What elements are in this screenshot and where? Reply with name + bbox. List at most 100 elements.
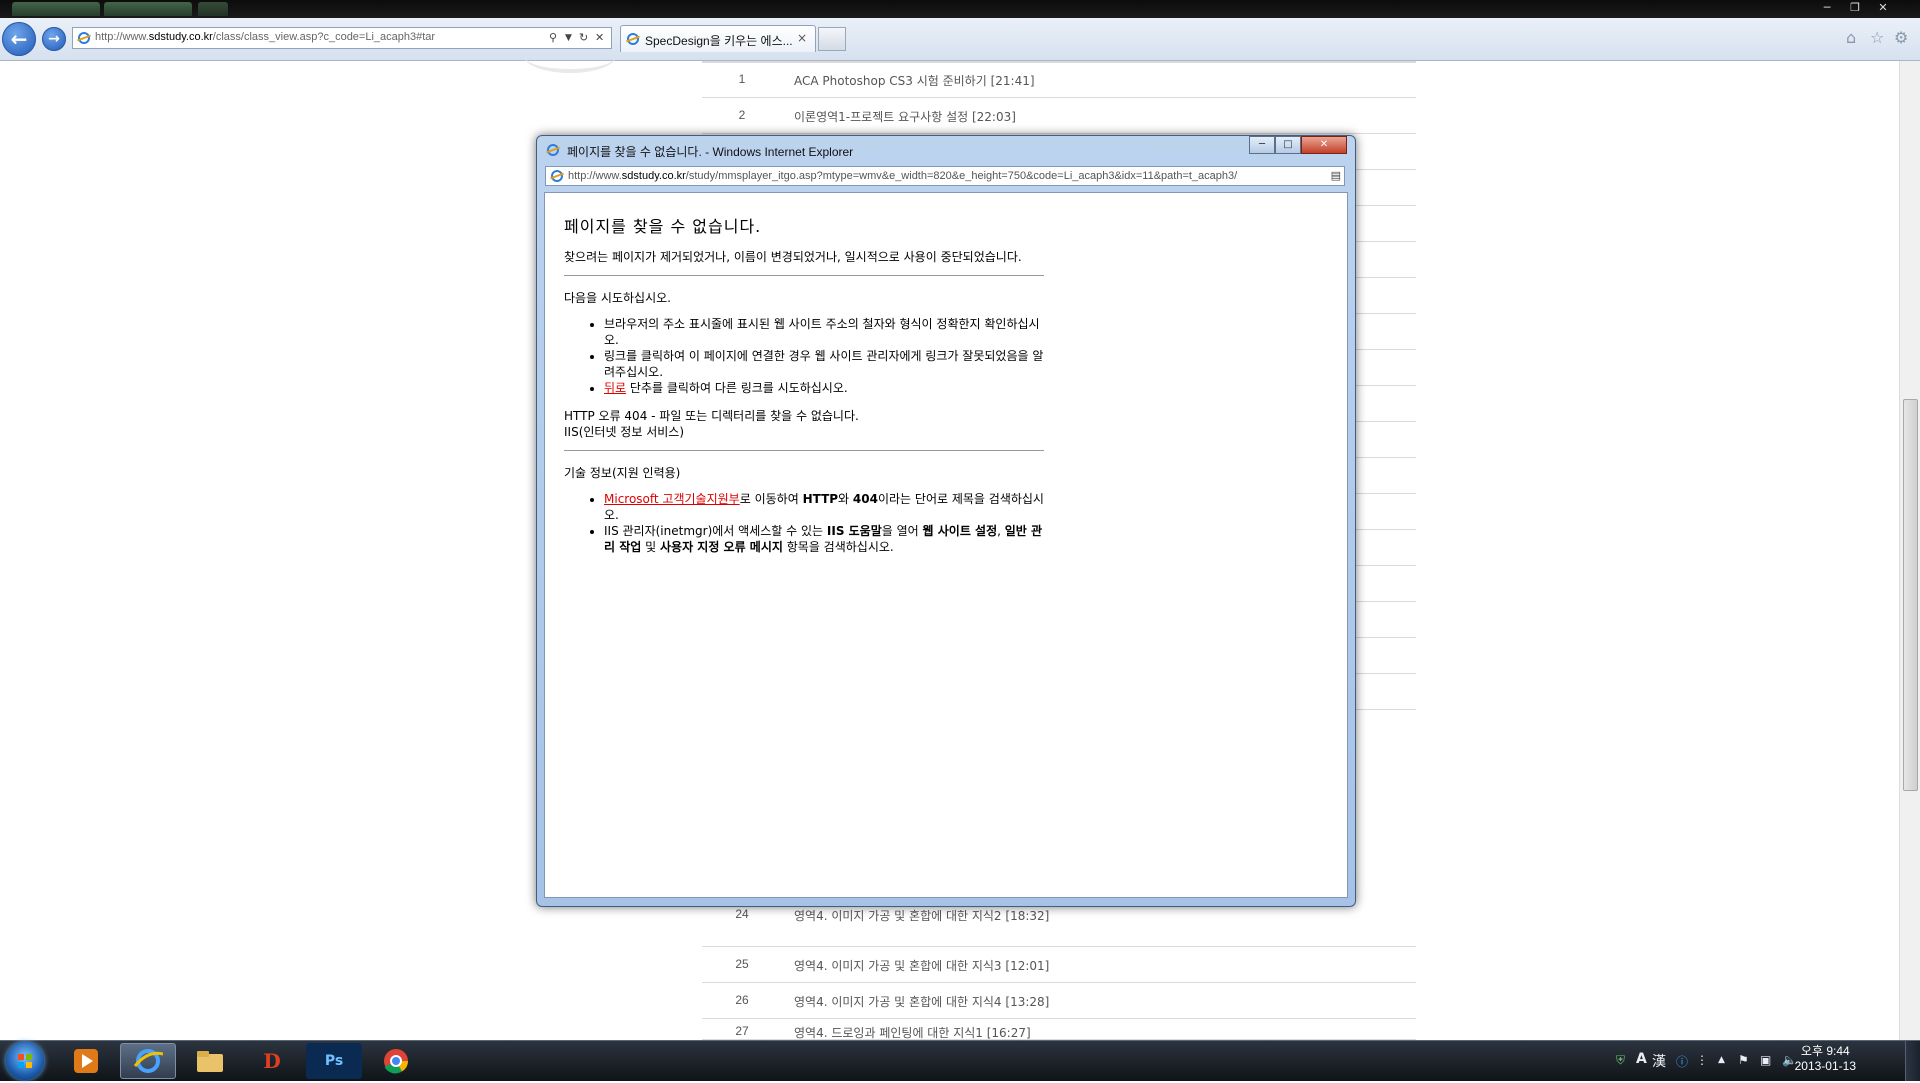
tech-list: Microsoft 고객기술지원부로 이동하여 HTTP와 404이라는 단어로… (564, 491, 1044, 555)
tab-close-icon[interactable]: × (797, 31, 807, 45)
lesson-row[interactable]: 1 ACA Photoshop CS3 시험 준비하기 [21:41] (702, 62, 1416, 98)
row-divider (1352, 313, 1416, 314)
diablo-icon: D (263, 1049, 281, 1073)
try-item: 링크를 클릭하여 이 페이지에 연결한 경우 웹 사이트 관리자에게 링크가 잘… (604, 348, 1044, 380)
lesson-title[interactable]: 영역4. 이미지 가공 및 혼합에 대한 지식2 [18:32] (794, 907, 1049, 924)
start-button[interactable] (6, 1042, 44, 1080)
explorer-taskbar-button[interactable] (182, 1043, 238, 1079)
diablo-taskbar-button[interactable]: D (244, 1043, 300, 1079)
popup-maximize-button[interactable]: □ (1275, 136, 1301, 154)
error-description: 찾으려는 페이지가 제거되었거나, 이름이 변경되었거나, 일시적으로 사용이 … (564, 250, 1022, 264)
action-center-flag-icon[interactable]: ⚑ (1738, 1053, 1749, 1067)
chrome-icon (384, 1049, 408, 1074)
internet-explorer-icon (133, 1049, 163, 1073)
row-divider (1352, 709, 1416, 710)
page-status-icon[interactable]: ▤ (1331, 169, 1341, 182)
http-error-text: HTTP 오류 404 - 파일 또는 디렉터리를 찾을 수 없습니다. (564, 409, 859, 423)
scrollbar-thumb[interactable] (1903, 399, 1918, 791)
lesson-number: 24 (735, 907, 749, 921)
restore-button[interactable]: ❐ (1844, 0, 1866, 16)
row-divider (1352, 349, 1416, 350)
divider (564, 450, 1044, 451)
close-window-button[interactable]: ✕ (1872, 0, 1894, 16)
lesson-row[interactable]: 27 영역4. 드로잉과 페인팅에 대한 지식1 [16:27] (702, 1019, 1416, 1040)
forward-button[interactable]: → (42, 27, 66, 51)
row-divider (1352, 565, 1416, 566)
background-tab[interactable] (198, 2, 228, 16)
ie-taskbar-button[interactable] (120, 1043, 176, 1079)
lesson-row[interactable]: 26 영역4. 이미지 가공 및 혼합에 대한 지식4 [13:28] (702, 983, 1416, 1019)
show-desktop-button[interactable] (1905, 1041, 1920, 1081)
popup-window: 페이지를 찾을 수 없습니다. - Windows Internet Explo… (536, 135, 1356, 907)
ime-mode-a[interactable]: A (1636, 1051, 1647, 1067)
tools-gear-icon[interactable]: ⚙ (1894, 28, 1908, 47)
try-item: 브라우저의 주소 표시줄에 표시된 웹 사이트 주소의 철자와 형식이 정확한지… (604, 316, 1044, 348)
row-divider (1352, 493, 1416, 494)
microsoft-support-link[interactable]: Microsoft 고객기술지원부 (604, 492, 740, 506)
ie-popup-icon (547, 144, 559, 156)
lesson-number: 25 (735, 957, 749, 971)
show-hidden-icons[interactable]: ▲ (1718, 1055, 1725, 1065)
windows-logo-icon (18, 1054, 32, 1068)
row-divider (1352, 385, 1416, 386)
network-icon[interactable]: ▣ (1760, 1053, 1771, 1067)
ime-hanja[interactable]: 漢 (1652, 1051, 1666, 1071)
popup-minimize-button[interactable]: ─ (1249, 136, 1275, 154)
page-scrollbar[interactable] (1899, 61, 1920, 1040)
tech-heading: 기술 정보(지원 인력용) (564, 466, 681, 480)
lesson-row[interactable]: 25 영역4. 이미지 가공 및 혼합에 대한 지식3 [12:01] (702, 947, 1416, 983)
new-tab-button[interactable] (818, 27, 846, 51)
help-icon[interactable]: ⓘ (1676, 1053, 1688, 1070)
ie-page-icon (551, 170, 563, 182)
row-divider (1352, 169, 1416, 170)
popup-address-bar: http://www.sdstudy.co.kr/study/mmsplayer… (545, 166, 1345, 186)
logo-decoration (525, 41, 615, 73)
lesson-title[interactable]: 영역4. 이미지 가공 및 혼합에 대한 지식3 [12:01] (794, 957, 1049, 974)
background-tab[interactable] (104, 2, 192, 16)
lesson-title[interactable]: 영역4. 이미지 가공 및 혼합에 대한 지식4 [13:28] (794, 993, 1049, 1010)
lesson-number: 2 (738, 108, 746, 122)
row-divider (1352, 637, 1416, 638)
back-link[interactable]: 뒤로 (604, 381, 626, 395)
favorites-star-icon[interactable]: ☆ (1870, 28, 1884, 47)
security-shield-icon[interactable]: ⛨ (1616, 1053, 1625, 1068)
address-url[interactable]: http://www.sdstudy.co.kr/class/class_vie… (95, 31, 435, 43)
taskbar: D Ps ⛨ A 漢 ⓘ ⋮ ▲ ⚑ ▣ 🔈 오후 9:44 2013-01-1… (0, 1040, 1920, 1081)
ie-tab-icon (627, 33, 639, 45)
tab-specdesign[interactable]: SpecDesign을 키우는 에스... × (620, 25, 816, 52)
minimize-button[interactable]: ─ (1816, 0, 1838, 16)
try-heading: 다음을 시도하십시오. (564, 291, 671, 305)
row-divider (1352, 421, 1416, 422)
home-icon[interactable]: ⌂ (1846, 28, 1856, 47)
row-divider (1352, 673, 1416, 674)
popup-url: http://www.sdstudy.co.kr/study/mmsplayer… (568, 170, 1238, 182)
lesson-title[interactable]: 영역4. 드로잉과 페인팅에 대한 지식1 [16:27] (794, 1024, 1031, 1041)
divider (564, 275, 1044, 276)
row-divider (1352, 529, 1416, 530)
lesson-row[interactable]: 24 영역4. 이미지 가공 및 혼합에 대한 지식2 [18:32] (702, 907, 1416, 947)
back-button[interactable]: ← (2, 22, 36, 56)
folder-icon (197, 1051, 223, 1072)
lesson-row[interactable]: 2 이론영역1-프로젝트 요구사항 설정 [22:03] (702, 98, 1416, 134)
media-player-taskbar-button[interactable] (58, 1043, 114, 1079)
lesson-title[interactable]: 이론영역1-프로젝트 요구사항 설정 [22:03] (794, 108, 1016, 125)
lesson-title[interactable]: ACA Photoshop CS3 시험 준비하기 [21:41] (794, 72, 1035, 89)
lesson-number: 26 (735, 993, 749, 1007)
row-divider (1352, 241, 1416, 242)
photoshop-taskbar-button[interactable]: Ps (306, 1043, 362, 1079)
row-divider (1352, 601, 1416, 602)
chrome-taskbar-button[interactable] (368, 1043, 424, 1079)
ime-tools-icon[interactable]: ⋮ (1696, 1053, 1708, 1067)
lesson-number: 27 (735, 1024, 749, 1038)
background-tab[interactable] (12, 2, 100, 16)
system-clock[interactable]: 오후 9:44 2013-01-13 (1795, 1044, 1856, 1074)
media-player-icon (74, 1049, 98, 1073)
popup-content: 페이지를 찾을 수 없습니다. 찾으려는 페이지가 제거되었거나, 이름이 변경… (544, 192, 1348, 898)
popup-close-button[interactable]: ✕ (1301, 136, 1347, 154)
row-divider (1352, 205, 1416, 206)
tech-item: IIS 관리자(inetmgr)에서 액세스할 수 있는 IIS 도움말을 열어… (604, 523, 1044, 555)
clock-date: 2013-01-13 (1794, 1059, 1856, 1073)
popup-title: 페이지를 찾을 수 없습니다. - Windows Internet Explo… (567, 145, 854, 159)
ie-page-icon (78, 32, 90, 44)
row-divider (1352, 277, 1416, 278)
